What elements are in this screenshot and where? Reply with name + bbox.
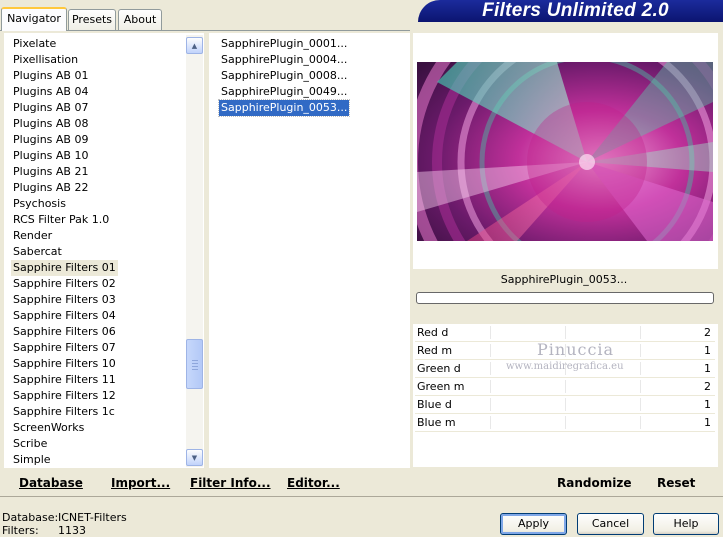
- param-slider-row[interactable]: Blue d 1: [415, 396, 715, 414]
- app-banner: Filters Unlimited 2.0: [418, 0, 723, 22]
- progress-bar: [416, 292, 714, 304]
- filter-info-button[interactable]: Filter Info...: [190, 476, 271, 490]
- category-item[interactable]: Sapphire Filters 1c: [11, 404, 117, 420]
- scroll-up-button[interactable]: ▲: [186, 37, 203, 54]
- randomize-button[interactable]: Randomize: [557, 476, 631, 490]
- tab-presets[interactable]: Presets: [68, 9, 116, 30]
- status-database-label: Database:: [2, 511, 59, 524]
- category-item[interactable]: Plugins AB 07: [11, 100, 90, 116]
- param-value: 1: [704, 344, 711, 357]
- cancel-button[interactable]: Cancel: [577, 513, 644, 535]
- status-database-value: ICNET-Filters: [58, 511, 127, 524]
- scroll-down-button[interactable]: ▼: [186, 449, 203, 466]
- category-item[interactable]: Simple: [11, 452, 53, 468]
- param-value: 2: [704, 380, 711, 393]
- watermark-url: www.maidiregrafica.eu: [506, 361, 624, 372]
- param-slider-row[interactable]: Green m 2: [415, 378, 715, 396]
- import-button[interactable]: Import...: [111, 476, 170, 490]
- category-item[interactable]: Sapphire Filters 01: [11, 260, 118, 276]
- category-item[interactable]: RCS Filter Pak 1.0: [11, 212, 111, 228]
- param-name: Blue d: [417, 398, 452, 411]
- editor-button[interactable]: Editor...: [287, 476, 340, 490]
- category-item[interactable]: Sapphire Filters 07: [11, 340, 118, 356]
- preview-image: [417, 62, 713, 241]
- param-name: Red m: [417, 344, 453, 357]
- category-item[interactable]: Plugins AB 22: [11, 180, 90, 196]
- filter-item[interactable]: SapphirePlugin_0053...: [217, 99, 351, 117]
- param-value: 1: [704, 398, 711, 411]
- tab-about[interactable]: About: [118, 9, 162, 30]
- filter-item[interactable]: SapphirePlugin_0008...: [219, 68, 349, 84]
- category-item[interactable]: Plugins AB 21: [11, 164, 90, 180]
- param-value: 1: [704, 362, 711, 375]
- category-item[interactable]: Sapphire Filters 03: [11, 292, 118, 308]
- toolbar-divider: [0, 496, 723, 497]
- category-item[interactable]: Pixellisation: [11, 52, 80, 68]
- category-item[interactable]: Plugins AB 08: [11, 116, 90, 132]
- category-item[interactable]: Sapphire Filters 06: [11, 324, 118, 340]
- category-item[interactable]: Psychosis: [11, 196, 68, 212]
- category-item[interactable]: ScreenWorks: [11, 420, 86, 436]
- param-slider-row[interactable]: Blue m 1: [415, 414, 715, 432]
- watermark-name: Pinuccia: [537, 340, 615, 359]
- param-name: Red d: [417, 326, 449, 339]
- category-item[interactable]: Sapphire Filters 02: [11, 276, 118, 292]
- category-item[interactable]: Pixelate: [11, 36, 58, 52]
- tab-navigator[interactable]: Navigator: [1, 7, 67, 31]
- category-item[interactable]: Sabercat: [11, 244, 64, 260]
- apply-button[interactable]: Apply: [500, 513, 567, 535]
- category-item[interactable]: Scribe: [11, 436, 49, 452]
- category-item[interactable]: Plugins AB 09: [11, 132, 90, 148]
- scroll-thumb[interactable]: [186, 339, 203, 389]
- chevron-down-icon: ▼: [191, 453, 198, 462]
- category-item[interactable]: Sapphire Filters 12: [11, 388, 118, 404]
- category-item[interactable]: Sapphire Filters 10: [11, 356, 118, 372]
- filter-item[interactable]: SapphirePlugin_0001...: [219, 36, 349, 52]
- help-button[interactable]: Help: [653, 513, 719, 535]
- category-item[interactable]: Plugins AB 04: [11, 84, 90, 100]
- category-item[interactable]: Plugins AB 01: [11, 68, 90, 84]
- category-item[interactable]: Sapphire Filters 04: [11, 308, 118, 324]
- category-scrollbar[interactable]: ▲ ▼: [186, 35, 203, 467]
- param-name: Green m: [417, 380, 465, 393]
- category-item[interactable]: Render: [11, 228, 54, 244]
- param-value: 1: [704, 416, 711, 429]
- preview-filter-label: SapphirePlugin_0053...: [500, 273, 628, 286]
- param-name: Green d: [417, 362, 461, 375]
- database-button[interactable]: Database: [19, 476, 83, 490]
- category-item[interactable]: Sapphire Filters 11: [11, 372, 118, 388]
- filter-item[interactable]: SapphirePlugin_0004...: [219, 52, 349, 68]
- category-item[interactable]: Plugins AB 10: [11, 148, 90, 164]
- filter-item[interactable]: SapphirePlugin_0049...: [219, 84, 349, 100]
- chevron-up-icon: ▲: [191, 41, 198, 50]
- reset-button[interactable]: Reset: [657, 476, 695, 490]
- param-value: 2: [704, 326, 711, 339]
- param-name: Blue m: [417, 416, 456, 429]
